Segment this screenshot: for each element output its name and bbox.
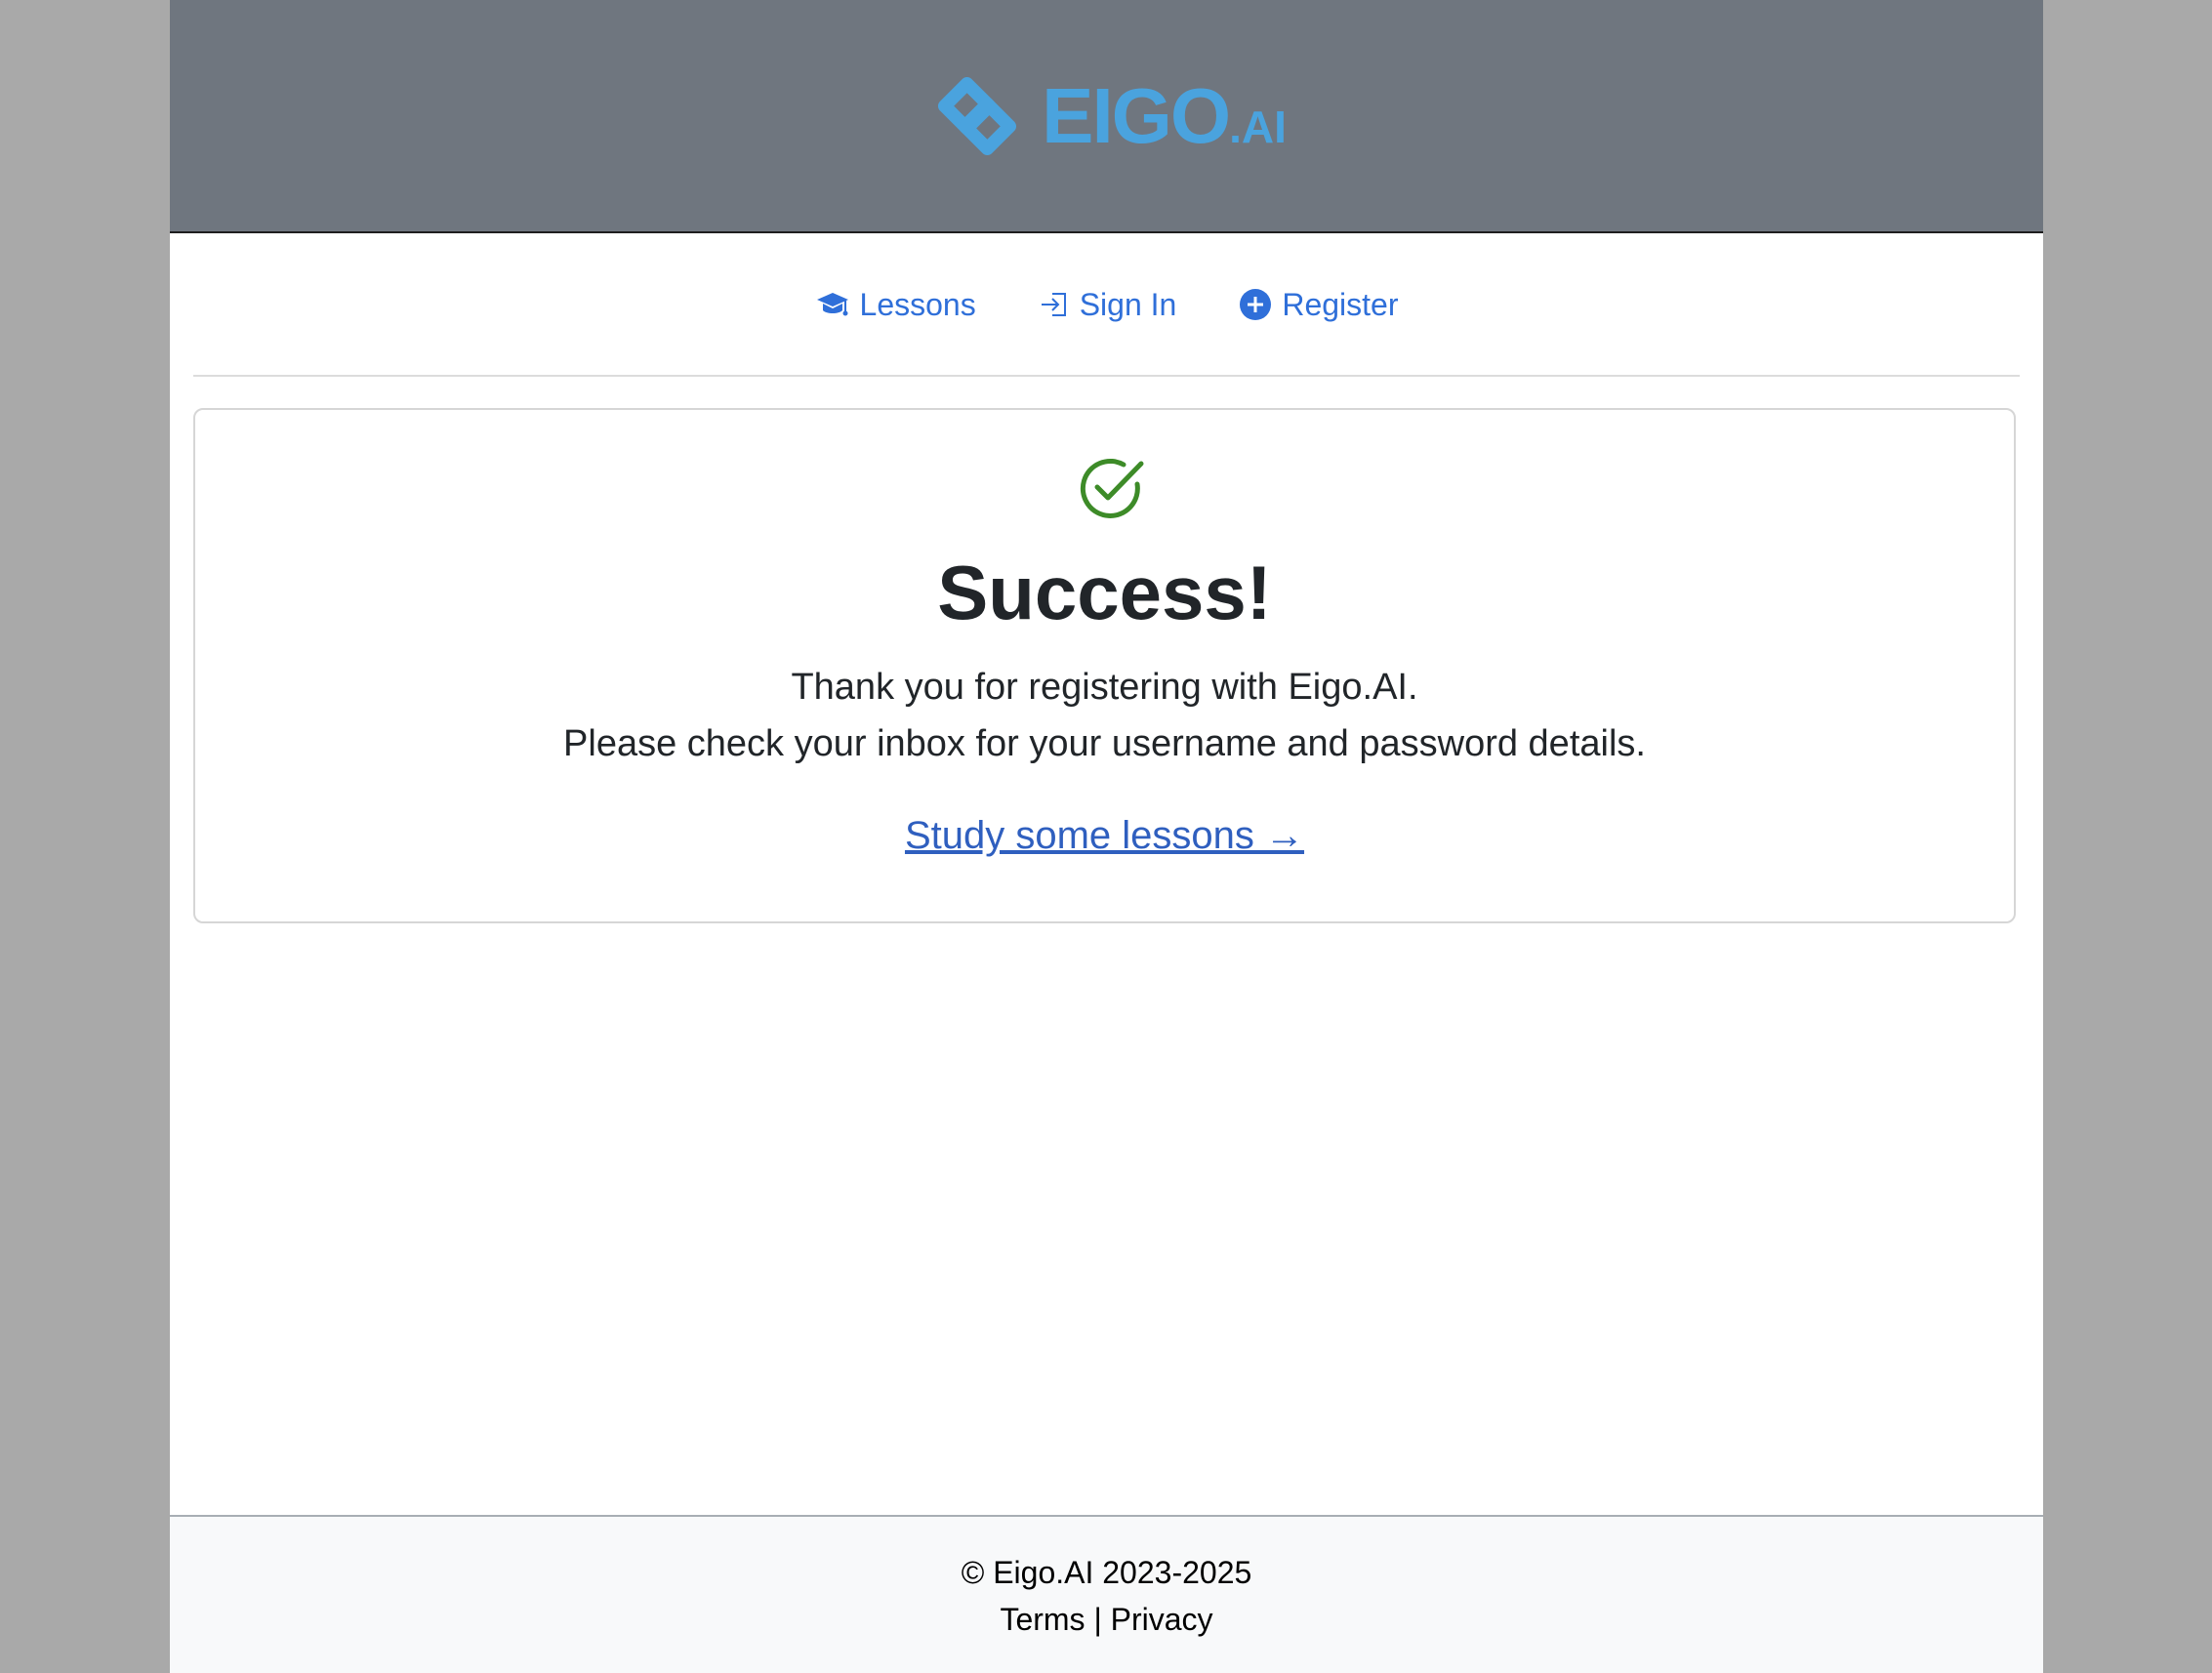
nav-lessons-link[interactable]: Lessons — [815, 287, 976, 323]
brand-name: EIGO — [1042, 71, 1231, 159]
site-header: EIGO .AI — [170, 0, 2043, 233]
site-footer: © Eigo.AI 2023-2025 Terms | Privacy — [170, 1515, 2043, 1673]
page: EIGO .AI Lessons Sign In Register Succes… — [170, 0, 2043, 1673]
success-card: Success! Thank you for registering with … — [193, 408, 2016, 923]
sign-in-icon — [1041, 293, 1066, 316]
nav-sign-in-label: Sign In — [1079, 286, 1177, 322]
study-lessons-link[interactable]: Study some lessons → — [905, 814, 1304, 857]
brand-suffix: .AI — [1229, 101, 1287, 152]
nav-lessons-label: Lessons — [859, 286, 976, 322]
success-title: Success! — [937, 550, 1272, 635]
cta-container: Study some lessons → — [195, 812, 2014, 859]
brand-logo[interactable]: EIGO .AI — [926, 65, 1287, 167]
nav-register-label: Register — [1282, 286, 1399, 322]
graduation-cap-icon — [816, 293, 848, 316]
nav-divider — [193, 375, 2020, 377]
eigo-logo-icon — [938, 76, 1017, 155]
nav-register-link[interactable]: Register — [1239, 287, 1398, 323]
inbox-instructions: Please check your inbox for your usernam… — [563, 723, 1646, 764]
terms-link[interactable]: Terms — [1000, 1602, 1085, 1637]
main-nav: Lessons Sign In Register — [170, 233, 2043, 376]
privacy-link[interactable]: Privacy — [1111, 1602, 1213, 1637]
plus-circle-icon — [1240, 289, 1272, 320]
legal-links: Terms | Privacy — [170, 1601, 2043, 1638]
nav-sign-in-link[interactable]: Sign In — [1039, 286, 1177, 323]
check-circle-icon — [1080, 458, 1144, 518]
thank-you-message: Thank you for registering with Eigo.AI. — [791, 667, 1418, 708]
copyright-text: © Eigo.AI 2023-2025 — [961, 1555, 1252, 1590]
legal-separator: | — [1085, 1602, 1111, 1637]
brand-wordmark: EIGO .AI — [1042, 71, 1287, 159]
